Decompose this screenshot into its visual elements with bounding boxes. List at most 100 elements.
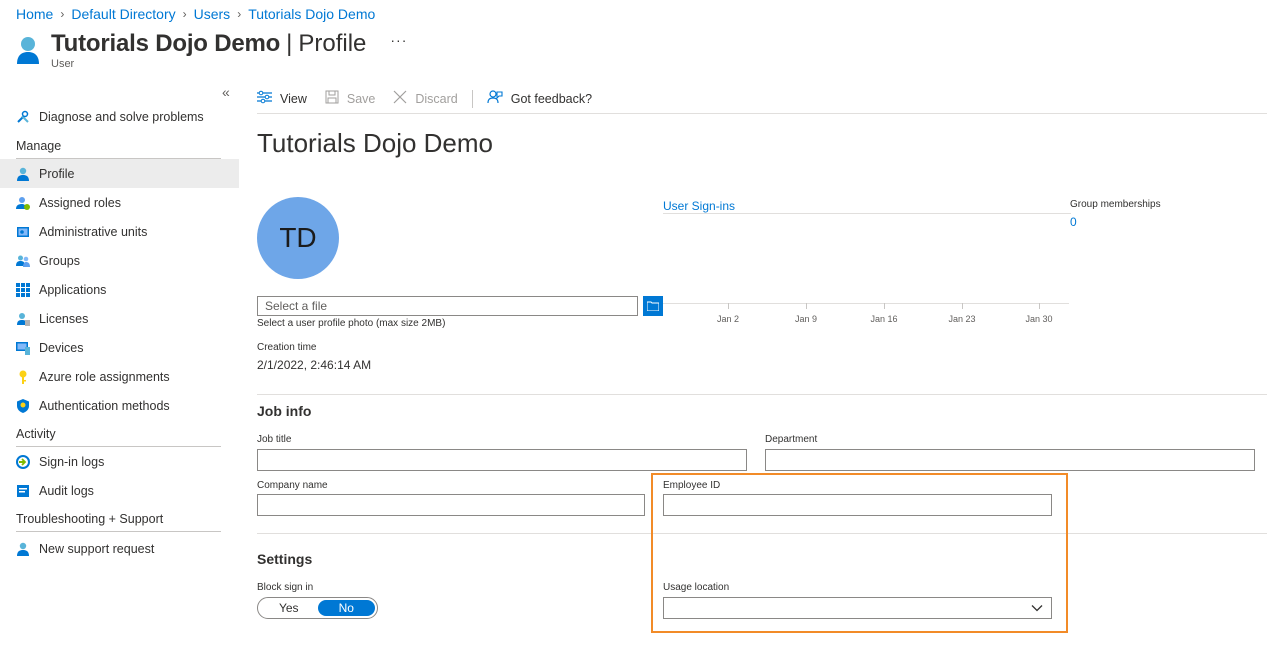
sidebar-item-groups[interactable]: Groups (0, 246, 239, 275)
chart-tick (1039, 303, 1040, 309)
view-button[interactable]: View (257, 90, 307, 107)
department-field[interactable] (765, 449, 1255, 471)
sliders-icon (257, 90, 272, 107)
sidebar-item-new-support-request[interactable]: New support request (0, 534, 239, 563)
user-sign-ins-link[interactable]: User Sign-ins (663, 199, 735, 213)
save-icon (325, 90, 339, 107)
discard-label: Discard (415, 91, 458, 106)
page-subtitle: Profile (298, 30, 367, 57)
company-name-label: Company name (257, 480, 328, 491)
sidebar-item-audit-logs[interactable]: Audit logs (0, 476, 239, 505)
sidebar-item-authentication-methods[interactable]: Authentication methods (0, 391, 239, 420)
wrench-icon (16, 110, 30, 124)
sidebar-item-label: Groups (39, 253, 80, 268)
breadcrumb-chevron-icon: › (60, 7, 65, 21)
page-header: Tutorials Dojo Demo | Profile ··· User (16, 30, 407, 70)
chart-tick-label: Jan 16 (870, 314, 898, 324)
group-memberships-count[interactable]: 0 (1070, 215, 1077, 229)
sidebar-section-manage: Manage (0, 139, 239, 159)
section-divider (257, 394, 1267, 395)
chart-tick (806, 303, 807, 309)
breadcrumb-current-user[interactable]: Tutorials Dojo Demo (248, 6, 375, 22)
sidebar: Diagnose and solve problems Manage Profi… (0, 102, 239, 563)
sign-ins-divider (663, 213, 1071, 214)
signin-log-icon (16, 454, 30, 469)
sidebar-item-administrative-units[interactable]: Administrative units (0, 217, 239, 246)
block-sign-in-no-option[interactable]: No (317, 600, 375, 616)
sidebar-item-label: Azure role assignments (39, 369, 170, 384)
feedback-icon (487, 90, 503, 107)
sidebar-section-activity: Activity (0, 427, 239, 447)
profile-photo-file-input[interactable]: Select a file (257, 296, 638, 316)
sidebar-item-label: Applications (39, 282, 107, 297)
breadcrumb-chevron-icon: › (237, 7, 242, 21)
support-icon (16, 542, 30, 556)
admin-units-icon (16, 225, 30, 239)
user-display-name-heading: Tutorials Dojo Demo (257, 128, 494, 158)
sidebar-item-label: Licenses (39, 311, 89, 326)
sidebar-item-applications[interactable]: Applications (0, 275, 239, 304)
view-label: View (280, 91, 307, 106)
sidebar-item-label: Sign-in logs (39, 454, 105, 469)
breadcrumb-default-directory[interactable]: Default Directory (71, 6, 175, 22)
close-icon (393, 90, 407, 107)
browse-file-button[interactable] (643, 296, 663, 316)
sidebar-item-licenses[interactable]: Licenses (0, 304, 239, 333)
breadcrumb-home[interactable]: Home (16, 6, 53, 22)
chart-tick (728, 303, 729, 309)
more-options-button[interactable]: ··· (390, 32, 407, 48)
job-title-label: Job title (257, 434, 292, 445)
sidebar-item-label: Administrative units (39, 224, 148, 239)
license-icon (16, 312, 30, 326)
job-info-heading: Job info (257, 403, 312, 419)
creation-time-value: 2/1/2022, 2:46:14 AM (257, 358, 372, 372)
toolbar-divider (471, 89, 473, 108)
sidebar-item-label: Profile (39, 166, 75, 181)
sidebar-item-assigned-roles[interactable]: Assigned roles (0, 188, 239, 217)
sidebar-item-label: New support request (39, 541, 155, 556)
breadcrumb-chevron-icon: › (182, 7, 187, 21)
save-button[interactable]: Save (325, 90, 376, 107)
command-bar: View Save Discard Got feedback? (257, 84, 1267, 114)
sidebar-item-profile[interactable]: Profile (0, 159, 239, 188)
highlight-box (651, 473, 1068, 633)
sidebar-section-troubleshooting: Troubleshooting + Support (0, 512, 239, 532)
settings-heading: Settings (257, 551, 313, 567)
job-title-field[interactable] (257, 449, 747, 471)
sidebar-item-diagnose[interactable]: Diagnose and solve problems (0, 102, 239, 131)
page-type-label: User (51, 58, 75, 70)
sidebar-item-sign-in-logs[interactable]: Sign-in logs (0, 447, 239, 476)
block-sign-in-yes-option[interactable]: Yes (260, 600, 318, 616)
sidebar-item-label: Audit logs (39, 483, 94, 498)
collapse-sidebar-button[interactable]: « (222, 84, 230, 100)
sidebar-item-azure-role-assignments[interactable]: Azure role assignments (0, 362, 239, 391)
device-icon (16, 341, 30, 355)
sidebar-item-label: Devices (39, 340, 84, 355)
apps-grid-icon (16, 282, 30, 297)
key-icon (16, 370, 30, 384)
sidebar-item-label: Authentication methods (39, 398, 170, 413)
sidebar-item-label: Assigned roles (39, 195, 121, 210)
creation-time-label: Creation time (257, 342, 317, 353)
chart-tick (884, 303, 885, 309)
group-memberships-label: Group memberships (1070, 199, 1161, 210)
save-label: Save (346, 91, 376, 106)
user-icon (16, 167, 30, 181)
chart-tick-label: Jan 9 (794, 314, 818, 324)
feedback-button[interactable]: Got feedback? (487, 90, 592, 107)
feedback-label: Got feedback? (510, 91, 593, 106)
shield-icon (16, 398, 30, 413)
user-role-icon (16, 196, 30, 210)
department-label: Department (765, 434, 818, 445)
chart-tick-label: Jan 30 (1025, 314, 1053, 324)
company-name-field[interactable] (257, 494, 645, 516)
sidebar-item-label: Diagnose and solve problems (39, 109, 204, 124)
page-title: Tutorials Dojo Demo (51, 30, 281, 57)
folder-icon (646, 299, 660, 314)
block-sign-in-label: Block sign in (257, 582, 314, 593)
breadcrumb-users[interactable]: Users (194, 6, 231, 22)
file-hint: Select a user profile photo (max size 2M… (257, 318, 446, 329)
block-sign-in-toggle[interactable]: Yes No (257, 597, 378, 619)
sidebar-item-devices[interactable]: Devices (0, 333, 239, 362)
discard-button[interactable]: Discard (393, 90, 458, 107)
